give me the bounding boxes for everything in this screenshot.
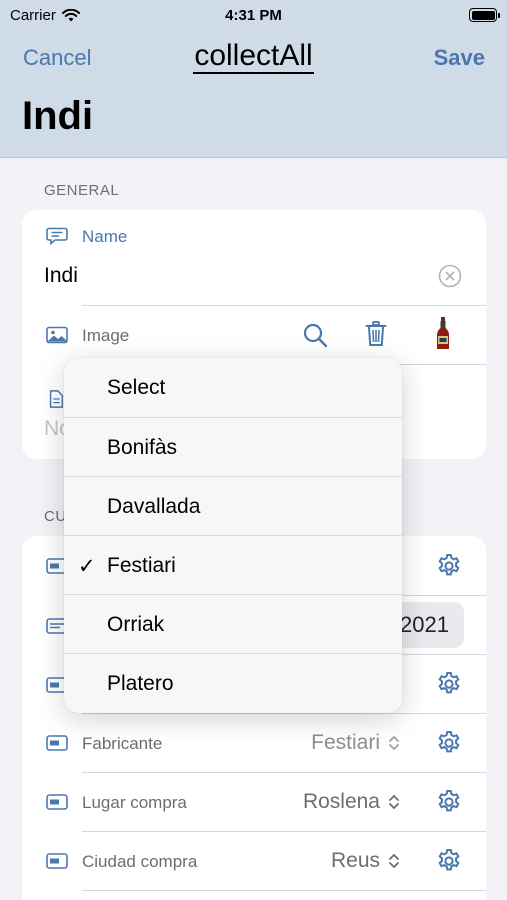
gear-icon[interactable]: [436, 671, 462, 697]
divider: [82, 890, 486, 891]
image-label: Image: [82, 326, 130, 345]
menu-item-label: Orriak: [107, 613, 165, 636]
section-header-general: GENERAL: [44, 182, 120, 199]
textfield-icon: [46, 735, 68, 751]
custom-label: Lugar compra: [82, 793, 187, 812]
chevron-up-down-icon: [389, 735, 399, 751]
picker-value[interactable]: Roslena: [303, 790, 380, 814]
custom-row-fabricante[interactable]: Fabricante Festiari: [22, 714, 486, 772]
picker-value[interactable]: Reus: [331, 849, 380, 873]
chevron-up-down-icon: [389, 794, 399, 810]
menu-item-orriak[interactable]: Orriak: [64, 595, 402, 654]
chevron-up-down-icon: [389, 853, 399, 869]
gear-icon[interactable]: [436, 730, 462, 756]
menu-item-bonifas[interactable]: Bonifàs: [64, 418, 402, 477]
name-input[interactable]: Indi: [44, 264, 78, 288]
menu-item-davallada[interactable]: Davallada: [64, 477, 402, 536]
menu-item-label: Festiari: [107, 554, 176, 577]
status-time: 4:31 PM: [225, 7, 282, 24]
custom-row-lugar-compra[interactable]: Lugar compra Roslena: [22, 773, 486, 831]
status-bar: Carrier 4:31 PM: [0, 0, 507, 32]
year-value: 2021: [400, 612, 449, 637]
search-icon[interactable]: [302, 322, 328, 348]
bottle-thumbnail[interactable]: [435, 317, 451, 351]
navigation-bar: Carrier 4:31 PM Cancel collectAll Save I…: [0, 0, 507, 158]
menu-item-select[interactable]: Select: [64, 358, 402, 417]
checkmark-icon: ✓: [78, 555, 96, 578]
menu-item-festiari[interactable]: ✓ Festiari: [64, 536, 402, 595]
brand-logo-text: collectAll: [193, 39, 314, 74]
menu-item-label: Select: [107, 376, 166, 399]
trash-icon[interactable]: [365, 321, 387, 347]
dropdown-menu: Select Bonifàs Davallada ✓ Festiari Orri…: [64, 358, 402, 713]
gear-icon[interactable]: [436, 848, 462, 874]
textfield-icon: [46, 794, 68, 810]
custom-label: Ciudad compra: [82, 852, 198, 871]
gear-icon[interactable]: [436, 789, 462, 815]
textfield-icon: [46, 853, 68, 869]
menu-item-label: Bonifàs: [107, 436, 178, 459]
name-row: Name Indi: [22, 210, 486, 305]
menu-item-label: Platero: [107, 672, 174, 695]
image-row: Image: [22, 306, 486, 364]
save-button[interactable]: Save: [434, 45, 485, 71]
photo-icon: [46, 326, 68, 344]
document-icon: [49, 390, 64, 408]
battery-icon: [469, 8, 500, 22]
speech-bubble-icon: [46, 227, 68, 245]
custom-row-ciudad-compra[interactable]: Ciudad compra Reus: [22, 832, 486, 890]
custom-label: Fabricante: [82, 734, 163, 753]
menu-item-label: Davallada: [107, 495, 201, 518]
page-title: Indi: [22, 94, 94, 138]
menu-item-platero[interactable]: Platero: [64, 654, 402, 713]
clear-icon[interactable]: [438, 264, 462, 288]
picker-value[interactable]: Festiari: [311, 731, 380, 755]
app-brand: collectAll: [0, 39, 507, 74]
name-label: Name: [82, 227, 128, 246]
gear-icon[interactable]: [436, 553, 462, 579]
